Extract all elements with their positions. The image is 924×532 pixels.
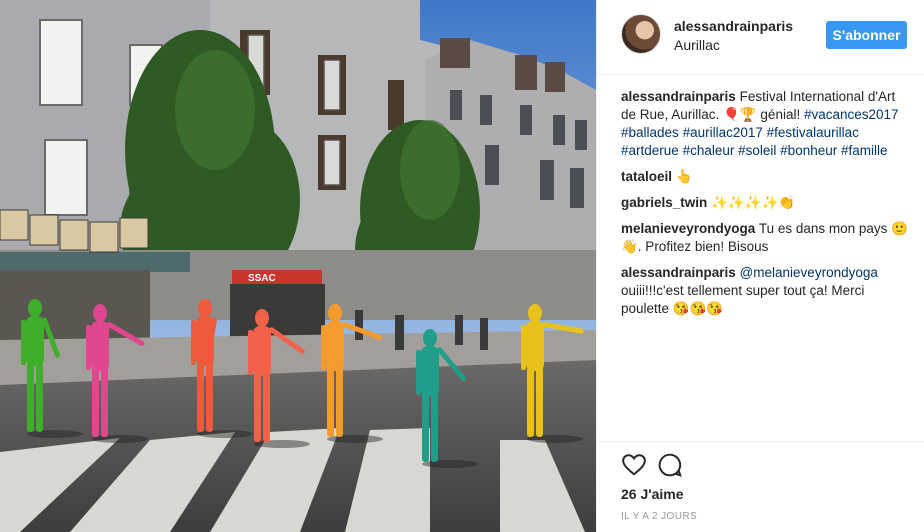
comment-link[interactable]: #bonheur	[780, 143, 837, 158]
comment-text: ouiii!!!c'est tellement super tout ça! M…	[621, 283, 865, 316]
comment-link[interactable]: #chaleur	[683, 143, 735, 158]
follow-button[interactable]: S'abonner	[826, 21, 907, 49]
heart-icon[interactable]	[621, 452, 647, 478]
comment-link[interactable]: #artderue	[621, 143, 679, 158]
comment-link[interactable]: #festivalaurillac	[767, 125, 859, 140]
comment-link[interactable]: #aurillac2017	[683, 125, 763, 140]
comment-item: alessandrainparis Festival International…	[621, 88, 909, 160]
post-header: alessandrainparis Aurillac S'abonner	[597, 0, 924, 75]
comment-author[interactable]: tataloeil	[621, 169, 672, 184]
comment-item: gabriels_twin ✨✨✨✨👏	[621, 194, 909, 212]
comment-item: alessandrainparis @melanieveyrondyoga ou…	[621, 264, 909, 318]
comment-item: melanieveyrondyoga Tu es dans mon pays 🙂…	[621, 220, 909, 256]
post-actions: 26 J'aime IL Y A 2 JOURS	[597, 441, 924, 532]
comment-link[interactable]: @melanieveyrondyoga	[740, 265, 878, 280]
like-count[interactable]: 26 J'aime	[621, 486, 684, 502]
comment-text: ✨✨✨✨👏	[711, 195, 796, 210]
instagram-post: SSAC alessandrainparis Aurillac S'abonne…	[0, 0, 924, 532]
comment-icon[interactable]	[657, 452, 683, 478]
comment-author[interactable]: gabriels_twin	[621, 195, 707, 210]
post-location[interactable]: Aurillac	[674, 37, 720, 53]
comment-link[interactable]: #soleil	[738, 143, 776, 158]
comment-author[interactable]: melanieveyrondyoga	[621, 221, 755, 236]
comment-link[interactable]: #famille	[841, 143, 888, 158]
comment-author[interactable]: alessandrainparis	[621, 89, 736, 104]
comment-link[interactable]: #ballades	[621, 125, 679, 140]
comment-text: 👆	[675, 169, 693, 184]
shop-sign: SSAC	[248, 273, 276, 284]
avatar[interactable]	[621, 14, 661, 54]
comment-link[interactable]: #vacances2017	[804, 107, 899, 122]
post-sidebar: alessandrainparis Aurillac S'abonner ale…	[596, 0, 924, 532]
comment-author[interactable]: alessandrainparis	[621, 265, 736, 280]
post-author-username[interactable]: alessandrainparis	[674, 18, 793, 34]
post-photo[interactable]: SSAC	[0, 0, 596, 532]
comment-item: tataloeil 👆	[621, 168, 909, 186]
post-timestamp: IL Y A 2 JOURS	[621, 511, 698, 522]
street-scene: SSAC	[0, 0, 596, 532]
comments-list: alessandrainparis Festival International…	[621, 88, 909, 326]
